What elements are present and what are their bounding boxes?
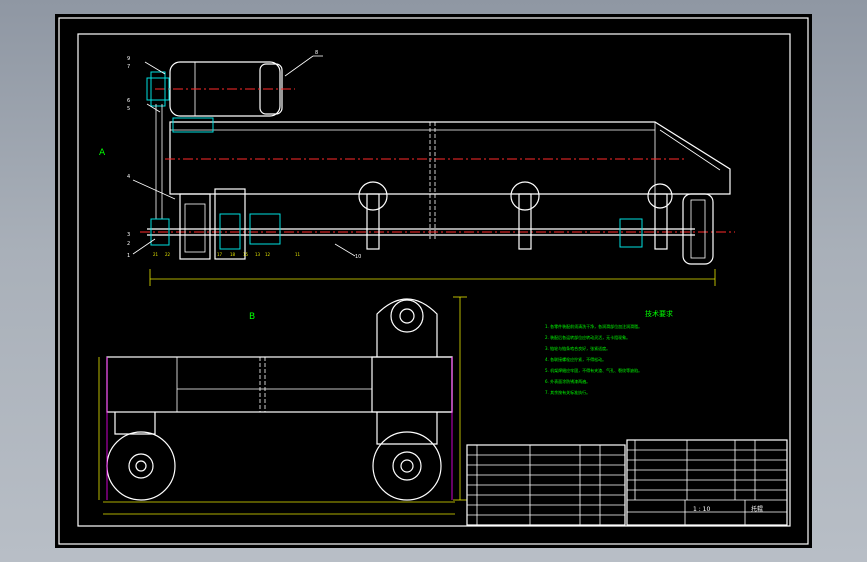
tech-req-item-1: 1. 各零件装配前须清洗干净，各润滑部位加注润滑脂。 — [545, 323, 642, 329]
part-label: 11 — [295, 252, 301, 257]
tech-req-title: 技术要求 — [645, 309, 673, 318]
part-label: 21 — [153, 252, 159, 257]
tech-req-item-7: 7. 其余按有关标准执行。 — [545, 389, 590, 395]
tech-requirements: 技术要求 1. 各零件装配前须清洗干净，各润滑部位加注润滑脂。 2. 装配后各运… — [545, 309, 673, 395]
cad-drawing: A B 技术要求 1. 各零件装配前须清洗干净，各润滑部位加注润滑脂。 2. 装… — [58, 17, 809, 545]
motor — [146, 61, 295, 117]
coupling — [619, 218, 643, 248]
tech-req-item-2: 2. 装配后各运转部位应转动灵活，无卡阻现象。 — [545, 334, 630, 340]
part-label: 7 — [127, 64, 130, 70]
part-label: 13 — [255, 252, 261, 257]
wheel-left — [106, 412, 176, 501]
title-block-scale: 1 : 10 — [693, 506, 710, 513]
side-view — [98, 296, 467, 515]
part-label: 6 — [127, 98, 130, 104]
view-label-b: B — [249, 312, 255, 322]
title-block-name: 托辊 — [751, 505, 763, 513]
part-label: 22 — [165, 252, 171, 257]
inner-frame — [77, 33, 791, 527]
side-frame — [106, 356, 453, 413]
frame-beam — [169, 121, 731, 195]
outer-border — [58, 17, 809, 545]
part-label: 1 — [127, 253, 130, 259]
top-view — [132, 55, 735, 286]
part-label: 17 — [217, 252, 223, 257]
part-label: 12 — [265, 252, 271, 257]
part-label: 10 — [355, 254, 361, 260]
part-label: 3 — [127, 232, 130, 238]
part-label: 2 — [127, 241, 130, 247]
view-label-a: A — [99, 148, 106, 158]
part-label: 9 — [127, 56, 130, 62]
part-label: 5 — [127, 106, 130, 112]
drawing-sheet: A B 技术要求 1. 各零件装配前须清洗干净，各润滑部位加注润滑脂。 2. 装… — [55, 14, 812, 548]
tech-req-item-5: 5. 机架焊缝应牢固，不得有夹渣、气孔、裂纹等缺陷。 — [545, 367, 642, 373]
part-label: 18 — [230, 252, 236, 257]
tech-req-item-3: 3. 链轮与链条啮合良好，张紧适度。 — [545, 345, 610, 351]
roller-2 — [510, 181, 540, 250]
part-label: 8 — [315, 50, 318, 56]
tech-req-item-4: 4. 各联接螺栓应拧紧，不得松动。 — [545, 356, 606, 362]
tech-req-item-6: 6. 外表面涂防锈漆两遍。 — [545, 378, 590, 384]
part-label: 15 — [243, 252, 249, 257]
upper-bracket — [376, 298, 438, 357]
roller-1 — [358, 181, 388, 250]
parts-list: 1 : 10 托辊 — [466, 439, 788, 526]
wheel-right — [372, 412, 442, 501]
part-label: 4 — [127, 174, 130, 180]
top-roller — [390, 299, 424, 333]
